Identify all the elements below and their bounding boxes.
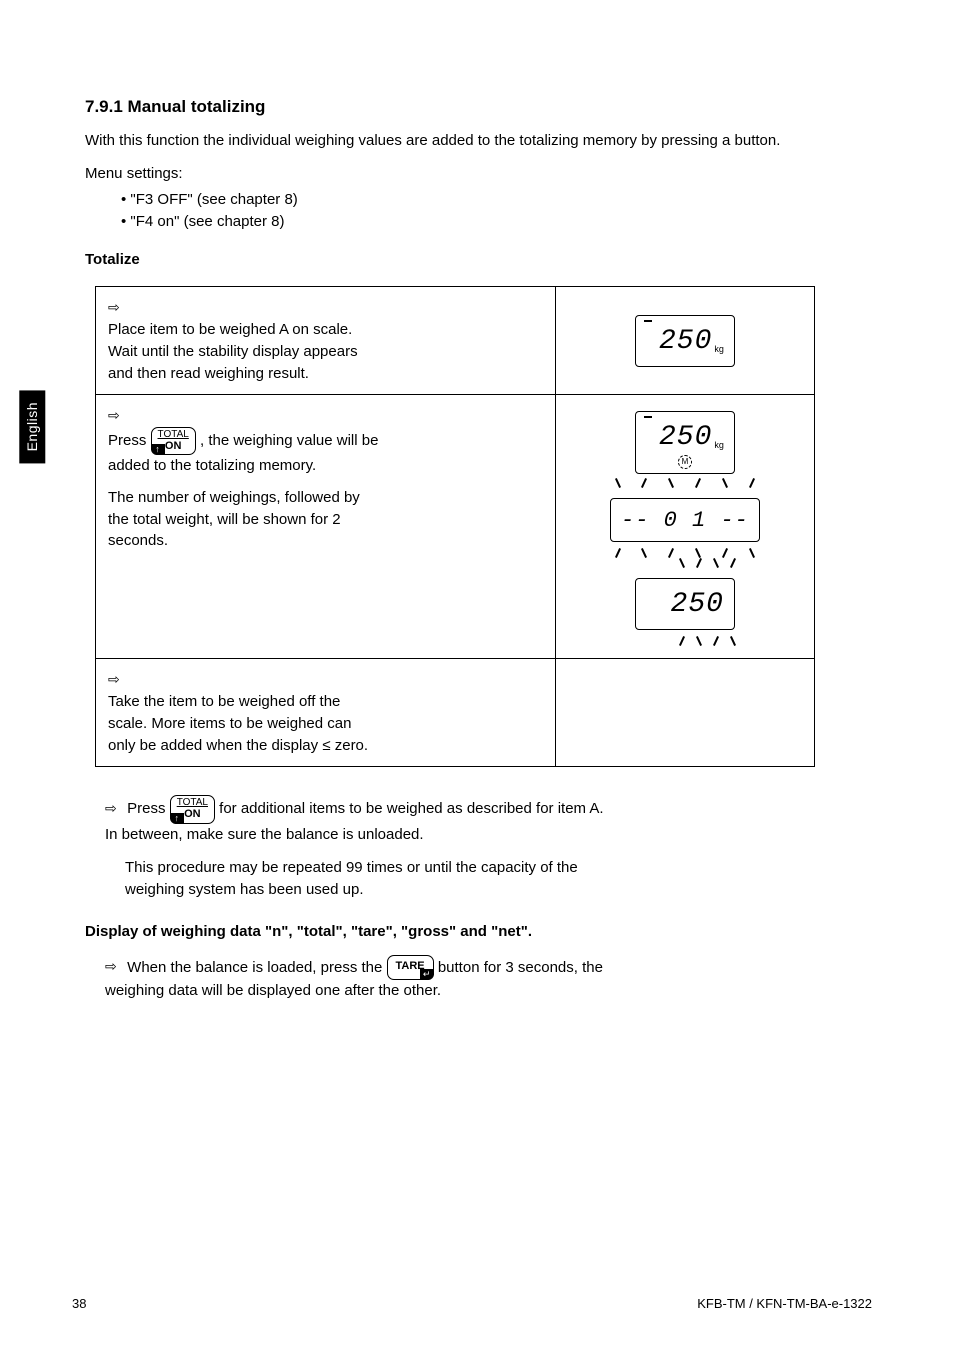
lcd-flash: -- 0 1 --: [604, 480, 766, 560]
section-title: Manual totalizing: [128, 97, 266, 116]
section-number: 7.9.1: [85, 97, 123, 116]
arrow-icon: ⇨: [108, 669, 126, 689]
lcd-flash: 250: [629, 560, 741, 649]
step-text: Press TOTAL ON ↑ , the weighing value wi…: [108, 427, 528, 552]
page-content: 7.9.1 Manual totalizing With this functi…: [85, 95, 885, 1014]
total-on-key-icon: TOTAL ON ↑: [151, 427, 196, 455]
language-tab: English: [19, 390, 45, 463]
lcd-value: 250: [659, 326, 712, 357]
step-text: Take the item to be weighed off the scal…: [108, 691, 528, 756]
display-data-heading: Display of weighing data "n", "total", "…: [85, 923, 532, 940]
page-number: 38: [72, 1295, 86, 1314]
arrow-icon: ⇨: [105, 956, 123, 976]
table-row: ⇨ Take the item to be weighed off the sc…: [96, 659, 815, 767]
lcd-unit: kg: [714, 440, 724, 450]
totalize-heading: Totalize: [85, 251, 140, 268]
table-row: ⇨ Press TOTAL ON ↑ , the weighing value …: [96, 395, 815, 659]
post-step: ⇨ Press TOTAL ON ↑ for additional items …: [105, 795, 885, 845]
lcd-display: 250kg: [635, 315, 735, 368]
total-on-key-icon: TOTAL ON ↑: [170, 795, 215, 823]
m-badge: M: [678, 455, 692, 469]
repeat-note: This procedure may be repeated 99 times …: [125, 857, 885, 901]
step-text: Place item to be weighed A on scale. Wai…: [108, 319, 528, 384]
arrow-icon: ⇨: [108, 405, 126, 425]
settings-item: • "F3 OFF" (see chapter 8): [121, 189, 885, 211]
post-step: ⇨ When the balance is loaded, press the …: [105, 955, 885, 1002]
tare-key-icon: TARE ↵: [387, 955, 434, 981]
table-row: ⇨ Place item to be weighed A on scale. W…: [96, 287, 815, 395]
lcd-unit: kg: [714, 344, 724, 354]
doc-id: KFB-TM / KFN-TM-BA-e-1322: [697, 1295, 872, 1314]
intro-text: With this function the individual weighi…: [85, 130, 885, 152]
lcd-value: 250: [671, 589, 724, 620]
page-footer: 38 KFB-TM / KFN-TM-BA-e-1322: [72, 1295, 872, 1314]
arrow-icon: ⇨: [108, 297, 126, 317]
section-heading: 7.9.1 Manual totalizing: [85, 95, 885, 120]
lcd-display: 250kg M: [635, 411, 735, 474]
lcd-count: -- 0 1 --: [621, 508, 749, 533]
steps-table: ⇨ Place item to be weighed A on scale. W…: [95, 286, 815, 767]
settings-label: Menu settings:: [85, 165, 183, 182]
settings-item: • "F4 on" (see chapter 8): [121, 211, 885, 233]
lcd-value: 250: [659, 422, 712, 453]
arrow-icon: ⇨: [105, 798, 123, 818]
